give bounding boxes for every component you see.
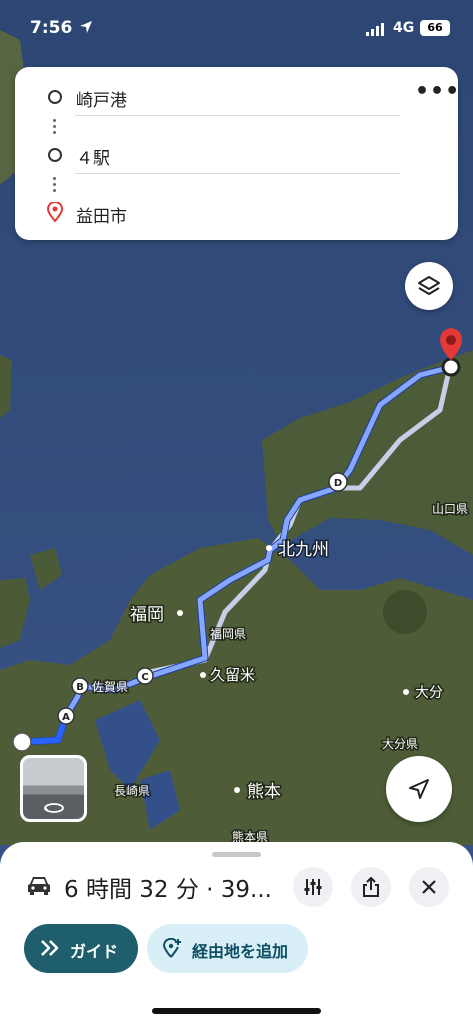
sliders-icon	[304, 879, 322, 895]
status-bar: 7:56 4G 66	[0, 0, 473, 58]
guide-button[interactable]: ガイド	[24, 924, 138, 973]
add-stop-label: 経由地を追加	[192, 942, 289, 961]
waypoint-a[interactable]: A	[57, 707, 75, 725]
my-location-button[interactable]	[386, 756, 452, 822]
directions-bottom-sheet[interactable]: 6 時間 32 分 · 39... ガイド 経由地を追加	[0, 842, 473, 1024]
rotate-360-icon	[44, 803, 64, 813]
svg-text:C: C	[141, 672, 148, 683]
sheet-grabber[interactable]	[212, 852, 261, 857]
route-stop-destination[interactable]: 益田市	[15, 193, 415, 233]
location-arrow-icon	[80, 21, 92, 33]
label-fukuoka: 福岡	[130, 605, 164, 625]
waypoint-d[interactable]: D	[328, 472, 348, 492]
route-origin-marker[interactable]	[12, 732, 32, 752]
route-card[interactable]: 崎戸港 ４駅 益田市 •••	[15, 67, 459, 240]
label-nagasaki-pref: 長崎県	[114, 784, 150, 798]
stop-label[interactable]: 益田市	[76, 202, 127, 227]
pin-icon	[47, 202, 63, 222]
double-chevron-right-icon	[41, 940, 59, 956]
label-yamaguchi-pref: 山口県	[432, 502, 468, 516]
add-location-icon	[162, 938, 181, 958]
label-fukuoka-pref: 福岡県	[210, 626, 246, 641]
stop-label[interactable]: 崎戸港	[76, 86, 127, 111]
dotted-connector	[53, 175, 57, 195]
svg-text:B: B	[76, 682, 84, 693]
layers-icon	[418, 276, 440, 295]
close-button[interactable]	[409, 867, 449, 907]
label-kurume: 久留米	[210, 666, 255, 684]
status-time: 7:56	[30, 18, 73, 38]
divider	[75, 173, 400, 174]
more-horizontal-icon[interactable]: •••	[415, 81, 459, 105]
route-summary: 6 時間 32 分 · 39...	[64, 877, 272, 903]
svg-text:D: D	[334, 478, 342, 489]
label-saga-pref: 佐賀県	[92, 680, 128, 694]
label-kitakyushu: 北九州	[278, 540, 329, 560]
cellular-signal-icon	[366, 23, 384, 36]
dotted-connector	[53, 117, 57, 137]
car-icon	[28, 877, 50, 895]
waypoint-b[interactable]: B	[71, 677, 89, 695]
divider	[75, 115, 400, 116]
destination-marker[interactable]	[441, 357, 461, 377]
layers-button[interactable]	[405, 262, 453, 310]
waypoint-c[interactable]: C	[136, 667, 154, 685]
label-oita: 大分	[415, 685, 443, 701]
navigation-arrow-icon	[409, 779, 429, 799]
label-oita-pref: 大分県	[382, 737, 418, 751]
guide-label: ガイド	[70, 942, 119, 961]
svg-text:A: A	[62, 712, 70, 723]
add-stop-button[interactable]: 経由地を追加	[147, 924, 308, 973]
battery-indicator: 66	[420, 20, 450, 36]
street-view-thumbnail[interactable]	[20, 755, 87, 822]
home-indicator[interactable]	[152, 1008, 321, 1014]
share-icon	[363, 877, 379, 897]
network-type: 4G	[393, 20, 415, 36]
route-stop-origin[interactable]: 崎戸港	[15, 77, 415, 117]
circle-icon	[48, 90, 62, 104]
route-stop-waypoint[interactable]: ４駅	[15, 135, 415, 175]
close-icon	[422, 880, 436, 894]
stop-label[interactable]: ４駅	[76, 144, 110, 169]
route-options-button[interactable]	[293, 867, 333, 907]
share-button[interactable]	[351, 867, 391, 907]
circle-icon	[48, 148, 62, 162]
label-kumamoto: 熊本	[247, 782, 281, 802]
